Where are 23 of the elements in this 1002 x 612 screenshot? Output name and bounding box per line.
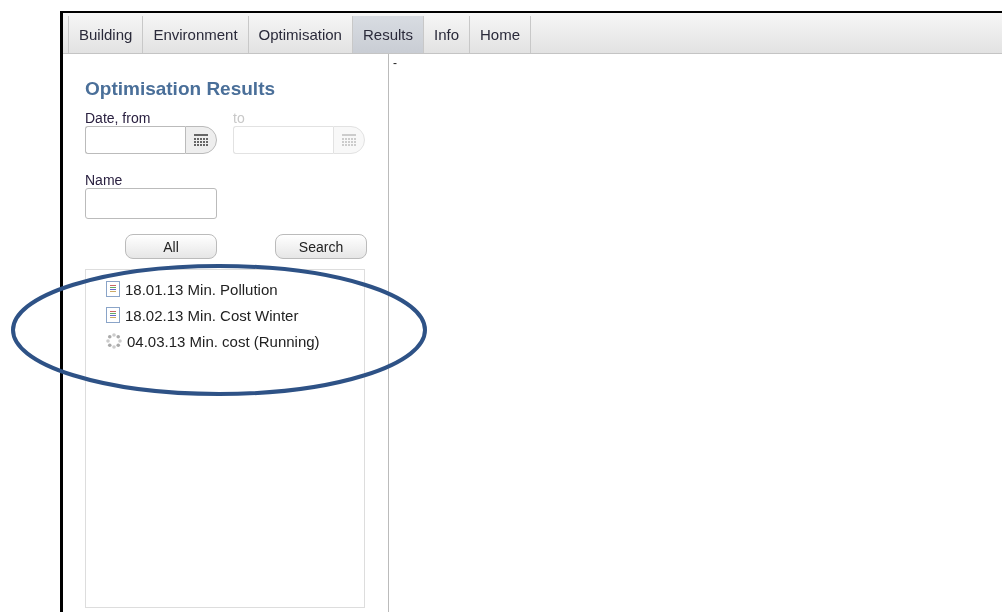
document-icon (106, 281, 120, 297)
tab[interactable]: Optimisation (248, 16, 353, 53)
calendar-icon (342, 134, 356, 146)
tab[interactable]: Results (352, 16, 424, 53)
action-button[interactable]: All (125, 234, 217, 259)
calendar-button[interactable] (185, 126, 217, 154)
document-icon (106, 307, 120, 323)
spinner-icon (106, 333, 122, 349)
calendar-icon (194, 134, 208, 146)
panel-title: Optimisation Results (85, 78, 277, 100)
tab[interactable]: Building (69, 16, 144, 53)
result-item[interactable]: 04.03.13 Min. cost (Running) (106, 328, 320, 354)
result-item[interactable]: 18.01.13 Min. Pollution (106, 276, 278, 302)
tab[interactable]: Info (424, 16, 471, 53)
field-label: Date, from (85, 110, 151, 126)
content-text: - (393, 56, 397, 70)
tab[interactable]: Home (470, 16, 532, 53)
field-label: Name (85, 172, 123, 188)
date-field[interactable] (85, 126, 185, 154)
result-item[interactable]: 18.02.13 Min. Cost Winter (106, 302, 299, 328)
action-button[interactable]: Search (275, 234, 367, 259)
tab[interactable]: Environment (143, 16, 249, 53)
name-field[interactable] (85, 188, 217, 219)
